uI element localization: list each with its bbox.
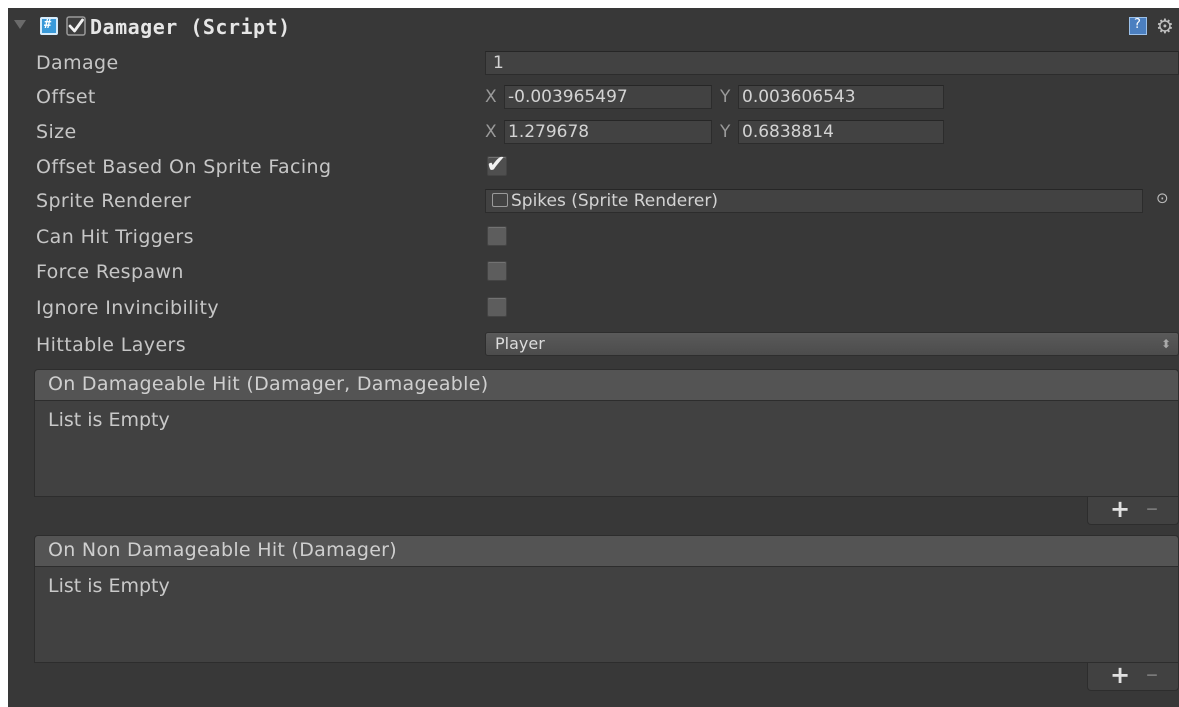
inspector-panel: Damager (Script) ⚙ Damage 1 Offset X -0.… xyxy=(8,8,1179,707)
gear-icon[interactable]: ⚙ xyxy=(1156,14,1174,38)
hittable-layers-row: Hittable Layers Player ⬍ xyxy=(8,328,1179,362)
offset-y-axis-label[interactable]: Y xyxy=(720,87,730,107)
list-empty-text: List is Empty xyxy=(48,409,170,431)
on-non-damageable-hit-event: On Non Damageable Hit (Damager) List is … xyxy=(34,535,1179,691)
offset-row: Offset X -0.003965497 Y 0.003606543 xyxy=(8,80,1179,114)
size-x-input[interactable]: 1.279678 xyxy=(504,120,712,144)
event-title: On Non Damageable Hit (Damager) xyxy=(48,539,398,561)
can-hit-triggers-checkbox[interactable] xyxy=(487,226,507,246)
foldout-arrow-icon[interactable] xyxy=(14,20,26,29)
sprite-renderer-object-field[interactable]: Spikes (Sprite Renderer) xyxy=(485,189,1143,213)
can-hit-triggers-label: Can Hit Triggers xyxy=(36,226,194,248)
add-event-button[interactable]: + xyxy=(1110,495,1130,523)
offset-label: Offset xyxy=(36,86,96,108)
sprite-renderer-label: Sprite Renderer xyxy=(36,190,192,212)
event-title: On Damageable Hit (Damager, Damageable) xyxy=(48,373,489,395)
offset-based-on-sprite-facing-checkbox[interactable]: ✔ xyxy=(486,150,507,178)
event-list[interactable]: List is Empty xyxy=(34,567,1179,663)
ignore-invincibility-row: Ignore Invincibility xyxy=(8,291,1179,325)
offset-x-axis-label[interactable]: X xyxy=(485,87,497,107)
damage-row: Damage 1 xyxy=(8,46,1179,80)
force-respawn-label: Force Respawn xyxy=(36,261,184,283)
object-picker-icon[interactable]: ⊙ xyxy=(1156,189,1169,207)
size-y-axis-label[interactable]: Y xyxy=(720,122,730,142)
check-icon: ✔ xyxy=(486,150,507,178)
ignore-invincibility-checkbox[interactable] xyxy=(487,297,507,317)
add-event-button[interactable]: + xyxy=(1110,661,1130,689)
size-x-axis-label[interactable]: X xyxy=(485,122,497,142)
remove-event-button[interactable]: – xyxy=(1146,494,1158,522)
damage-label: Damage xyxy=(36,52,119,74)
event-list[interactable]: List is Empty xyxy=(34,401,1179,497)
offset-based-on-sprite-facing-label: Offset Based On Sprite Facing xyxy=(36,156,332,178)
hittable-layers-label: Hittable Layers xyxy=(36,334,187,356)
hittable-layers-dropdown[interactable]: Player ⬍ xyxy=(485,332,1179,356)
damage-input[interactable]: 1 xyxy=(485,51,1179,75)
offset-based-on-sprite-facing-row: Offset Based On Sprite Facing ✔ xyxy=(8,150,1179,184)
list-empty-text: List is Empty xyxy=(48,575,170,597)
component-title: Damager (Script) xyxy=(90,15,291,39)
sprite-renderer-row: Sprite Renderer Spikes (Sprite Renderer)… xyxy=(8,184,1179,218)
event-header: On Damageable Hit (Damager, Damageable) xyxy=(34,369,1179,401)
size-row: Size X 1.279678 Y 0.6838814 xyxy=(8,115,1179,149)
event-footer: + – xyxy=(1087,494,1179,525)
ignore-invincibility-label: Ignore Invincibility xyxy=(36,297,219,319)
size-label: Size xyxy=(36,121,77,143)
hittable-layers-value: Player xyxy=(495,334,545,353)
component-header[interactable]: Damager (Script) ⚙ xyxy=(8,8,1179,42)
help-icon[interactable] xyxy=(1129,17,1147,35)
offset-y-input[interactable]: 0.003606543 xyxy=(738,85,944,109)
offset-x-input[interactable]: -0.003965497 xyxy=(504,85,712,109)
event-footer: + – xyxy=(1087,660,1179,691)
force-respawn-row: Force Respawn xyxy=(8,255,1179,289)
on-damageable-hit-event: On Damageable Hit (Damager, Damageable) … xyxy=(34,369,1179,525)
force-respawn-checkbox[interactable] xyxy=(487,261,507,281)
dropdown-arrow-icon: ⬍ xyxy=(1160,337,1171,351)
can-hit-triggers-row: Can Hit Triggers xyxy=(8,220,1179,254)
size-y-input[interactable]: 0.6838814 xyxy=(738,120,944,144)
event-header: On Non Damageable Hit (Damager) xyxy=(34,535,1179,567)
sprite-renderer-icon xyxy=(492,193,508,207)
remove-event-button[interactable]: – xyxy=(1146,660,1158,688)
script-icon xyxy=(40,17,58,35)
sprite-renderer-value: Spikes (Sprite Renderer) xyxy=(511,191,718,211)
enable-component-checkbox[interactable] xyxy=(66,16,86,36)
